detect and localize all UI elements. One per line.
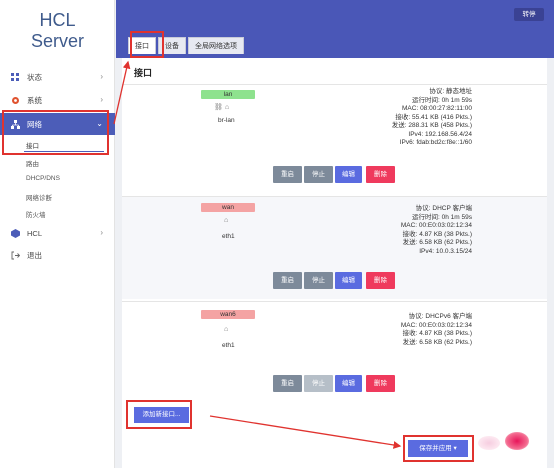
- arrow-to-save: [209, 415, 402, 449]
- arrow-to-tab: [113, 60, 131, 125]
- annotation-arrows: [113, 60, 402, 449]
